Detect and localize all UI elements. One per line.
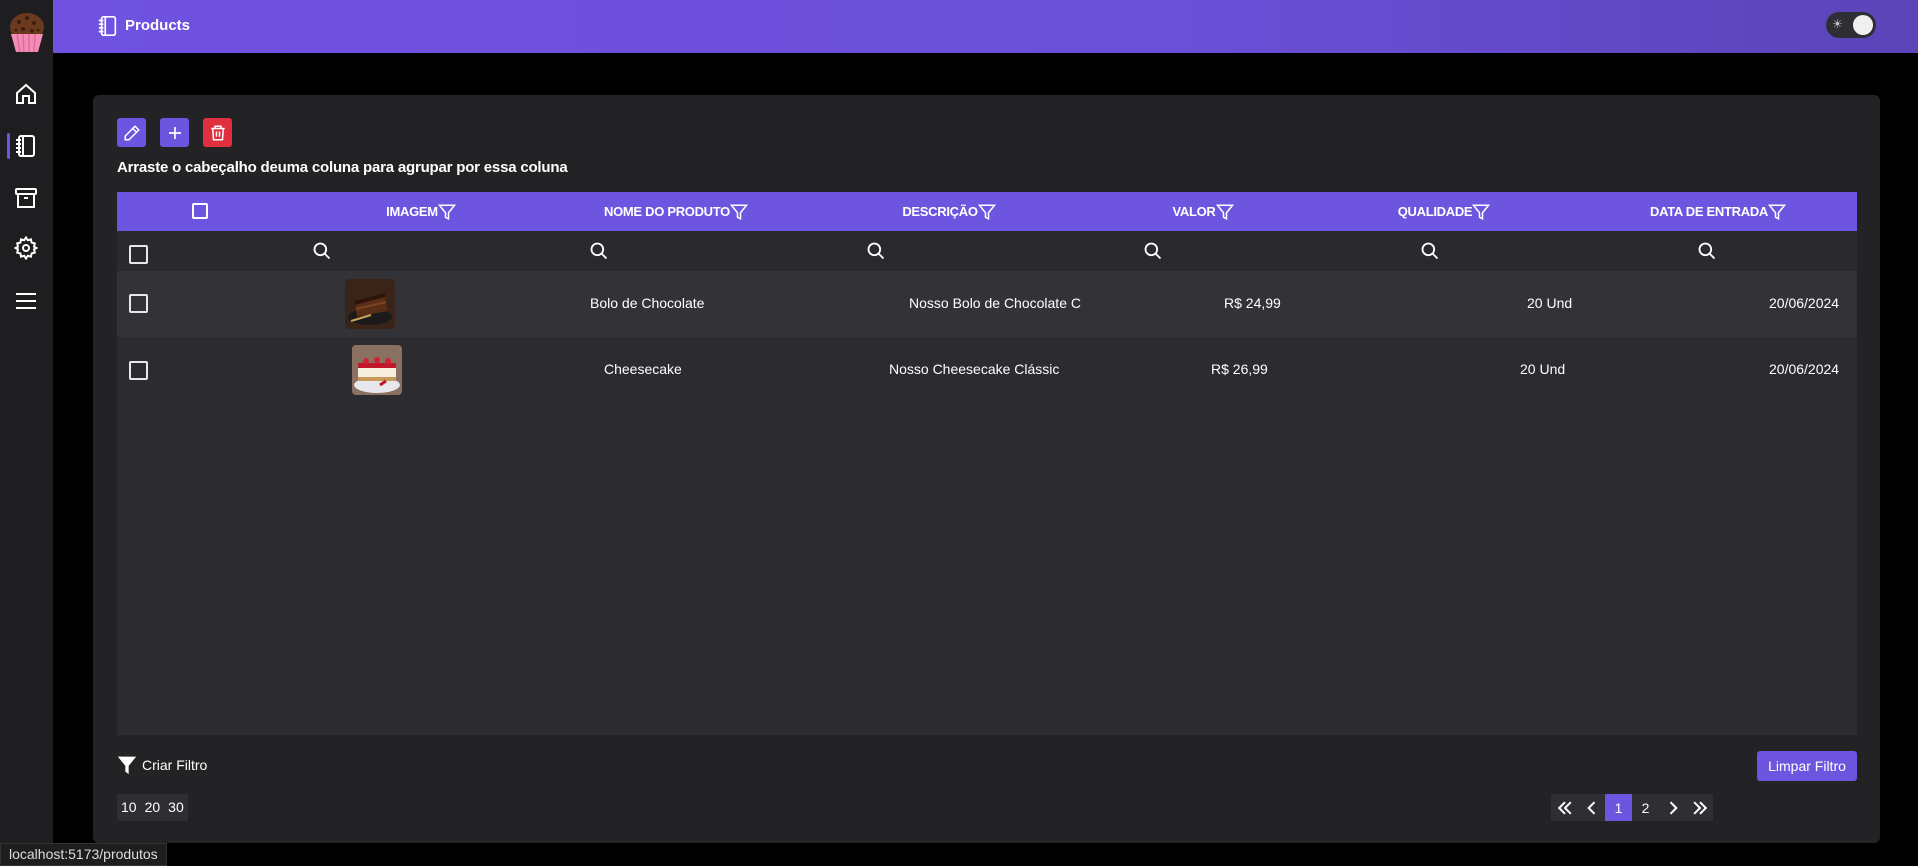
- product-name: Bolo de Chocolate: [590, 295, 705, 311]
- prev-page-button[interactable]: [1578, 794, 1605, 821]
- top-bar: Products ☀: [53, 0, 1918, 53]
- products-panel: Arraste o cabeçalho deuma coluna para ag…: [93, 95, 1880, 843]
- gear-icon[interactable]: [12, 234, 40, 262]
- search-icon[interactable]: [866, 241, 886, 261]
- next-page-button[interactable]: [1659, 794, 1686, 821]
- grid-header: IMAGEM NOME DO PRODUTO DESCRIÇÃO VALOR Q…: [117, 192, 1857, 231]
- page-button-2[interactable]: 2: [1632, 794, 1659, 821]
- sun-icon: ☀: [1832, 17, 1843, 31]
- pagination: 1 2: [1551, 794, 1713, 821]
- products-grid: IMAGEM NOME DO PRODUTO DESCRIÇÃO VALOR Q…: [117, 192, 1857, 735]
- column-header-qualidade[interactable]: QUALIDADE: [1389, 192, 1499, 231]
- notebook-icon[interactable]: [12, 132, 40, 160]
- first-page-button[interactable]: [1551, 794, 1578, 821]
- cupcake-logo[interactable]: [7, 10, 47, 54]
- product-description: Nosso Cheesecake Clássic: [889, 361, 1060, 377]
- column-header-imagem[interactable]: IMAGEM: [365, 192, 477, 231]
- search-icon[interactable]: [1697, 241, 1717, 261]
- theme-toggle[interactable]: ☀: [1826, 12, 1876, 38]
- table-row[interactable]: Bolo de Chocolate Nosso Bolo de Chocolat…: [117, 271, 1857, 337]
- menu-icon[interactable]: [12, 287, 40, 315]
- edit-button[interactable]: [117, 118, 146, 147]
- toggle-knob: [1853, 15, 1873, 35]
- product-date: 20/06/2024: [1769, 361, 1840, 377]
- column-header-valor[interactable]: VALOR: [1167, 192, 1239, 231]
- filter-row-checkbox[interactable]: [129, 245, 148, 264]
- filter-icon[interactable]: [977, 203, 996, 221]
- search-icon[interactable]: [1143, 241, 1163, 261]
- page-title: Products: [125, 17, 191, 34]
- table-row[interactable]: Cheesecake Nosso Cheesecake Clássic R$ 2…: [117, 337, 1857, 403]
- active-indicator: [7, 133, 10, 159]
- row-checkbox[interactable]: [129, 294, 148, 313]
- last-page-button[interactable]: [1686, 794, 1713, 821]
- trash-icon: [210, 125, 225, 140]
- product-quantity: 20 Und: [1520, 361, 1566, 377]
- notebook-icon: [97, 14, 119, 38]
- chocolate-cake-image: [345, 279, 395, 329]
- page-button-1[interactable]: 1: [1605, 794, 1632, 821]
- home-icon[interactable]: [12, 80, 40, 108]
- search-icon[interactable]: [589, 241, 609, 261]
- chevron-right-icon: [1669, 800, 1678, 815]
- page-size-option[interactable]: 20: [141, 794, 165, 821]
- product-date: 20/06/2024: [1769, 295, 1840, 311]
- product-value: R$ 24,99: [1224, 295, 1281, 311]
- filter-row: [117, 231, 1857, 271]
- page-size-selector: 10 20 30: [117, 794, 188, 821]
- column-header-descricao[interactable]: DESCRIÇÃO: [899, 192, 999, 231]
- pencil-icon: [124, 124, 140, 140]
- status-bar-url: localhost:5173/produtos: [0, 843, 167, 866]
- column-header-nome-do-produto[interactable]: NOME DO PRODUTO: [601, 192, 751, 231]
- clear-filter-button[interactable]: Limpar Filtro: [1757, 751, 1857, 781]
- filter-icon: [117, 756, 137, 775]
- add-button[interactable]: [160, 118, 189, 147]
- page-size-option[interactable]: 10: [117, 794, 141, 821]
- group-hint: Arraste o cabeçalho deuma coluna para ag…: [117, 159, 568, 176]
- filter-icon[interactable]: [730, 203, 748, 221]
- select-all-checkbox[interactable]: [192, 203, 208, 219]
- delete-button[interactable]: [203, 118, 232, 147]
- product-name: Cheesecake: [604, 361, 682, 377]
- column-header-data-de-entrada[interactable]: DATA DE ENTRADA: [1643, 192, 1793, 231]
- row-checkbox[interactable]: [129, 361, 148, 380]
- chevron-left-icon: [1586, 800, 1595, 815]
- product-description: Nosso Bolo de Chocolate C: [909, 295, 1081, 311]
- filter-icon[interactable]: [1472, 203, 1491, 221]
- create-filter-button[interactable]: Criar Filtro: [117, 755, 207, 775]
- product-quantity: 20 Und: [1527, 295, 1573, 311]
- archive-icon[interactable]: [12, 184, 40, 212]
- product-value: R$ 26,99: [1211, 361, 1268, 377]
- sidebar: [0, 0, 53, 866]
- filter-icon[interactable]: [1768, 203, 1787, 221]
- chevrons-right-icon: [1692, 800, 1707, 815]
- plus-icon: [168, 126, 181, 139]
- chevrons-left-icon: [1557, 800, 1572, 815]
- cheesecake-image: [352, 345, 402, 395]
- search-icon[interactable]: [312, 241, 332, 261]
- filter-icon[interactable]: [437, 203, 456, 221]
- page-size-option[interactable]: 30: [164, 794, 188, 821]
- filter-icon[interactable]: [1215, 203, 1234, 221]
- search-icon[interactable]: [1420, 241, 1440, 261]
